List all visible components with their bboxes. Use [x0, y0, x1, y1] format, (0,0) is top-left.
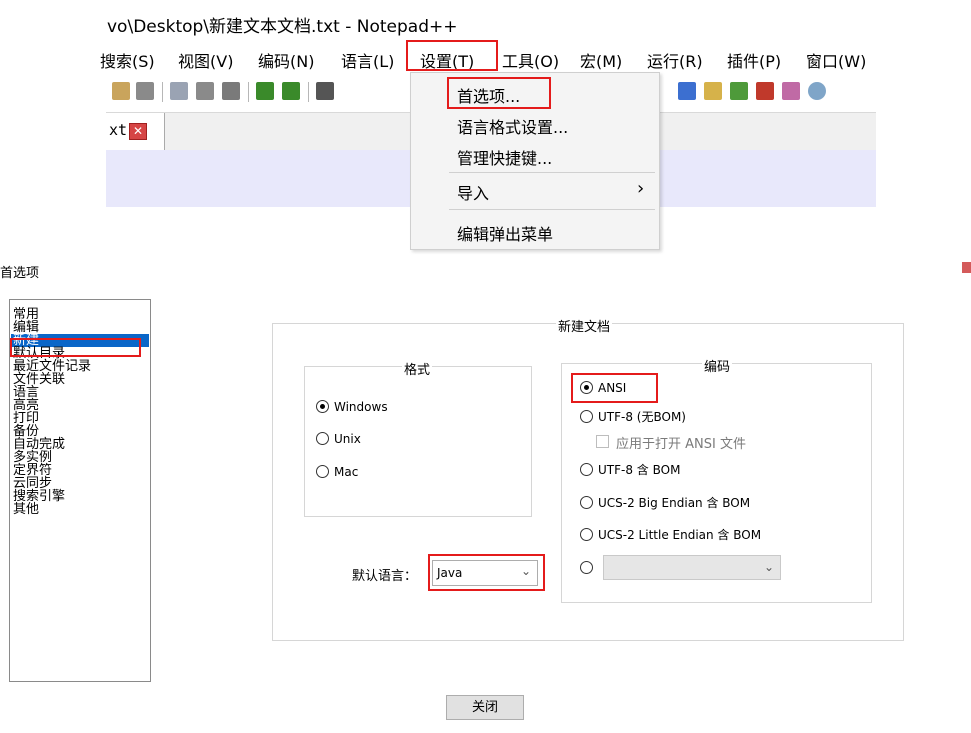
- settings-menu-highlight: [406, 40, 498, 71]
- radio-ucs2-le[interactable]: [580, 528, 593, 541]
- radio-utf8-bom[interactable]: [580, 463, 593, 476]
- menu-separator: [449, 172, 655, 173]
- menu-view[interactable]: 视图(V): [178, 48, 233, 72]
- file-tab[interactable]: xt ✕: [106, 113, 165, 150]
- radio-unix[interactable]: [316, 432, 329, 445]
- toolbar-separator: [308, 82, 309, 102]
- radio-utf8-bom-label: UTF-8 含 BOM: [598, 463, 681, 477]
- file-tab-label: xt: [109, 121, 128, 139]
- radio-ucs2-le-label: UCS-2 Little Endian 含 BOM: [598, 528, 762, 542]
- radio-windows-label: Windows: [334, 400, 388, 414]
- menu-encoding[interactable]: 编码(N): [258, 48, 314, 72]
- encoding-legend: 编码: [702, 356, 733, 375]
- eye-icon[interactable]: [808, 82, 826, 100]
- redo-icon[interactable]: [282, 82, 300, 100]
- undo-icon[interactable]: [256, 82, 274, 100]
- menu-macro[interactable]: 宏(M): [580, 48, 622, 72]
- close-all-icon[interactable]: [112, 82, 130, 100]
- indent-guide-icon[interactable]: [678, 82, 696, 100]
- tab-close-icon[interactable]: ✕: [129, 123, 147, 140]
- function-list-icon[interactable]: [730, 82, 748, 100]
- paste-icon[interactable]: [222, 82, 240, 100]
- document-map-icon[interactable]: [704, 82, 722, 100]
- ansi-highlight: [571, 373, 658, 403]
- radio-other-encoding[interactable]: [580, 561, 593, 574]
- preferences-highlight: [447, 77, 551, 109]
- menu-item-edit-popup-menu[interactable]: 编辑弹出菜单: [457, 221, 553, 245]
- chevron-right-icon: ›: [637, 178, 645, 199]
- menu-separator: [449, 209, 655, 210]
- apply-to-ansi-label: 应用于打开 ANSI 文件: [616, 437, 746, 452]
- menu-language[interactable]: 语言(L): [341, 48, 394, 72]
- default-language-label: 默认语言：: [352, 569, 418, 584]
- radio-ucs2-be-label: UCS-2 Big Endian 含 BOM: [598, 496, 751, 510]
- toolbar-separator: [248, 82, 249, 102]
- radio-unix-label: Unix: [334, 432, 361, 446]
- find-icon[interactable]: [316, 82, 334, 100]
- menu-item-import[interactable]: 导入: [457, 180, 489, 204]
- menu-plugins[interactable]: 插件(P): [727, 48, 781, 72]
- default-language-highlight: [428, 554, 545, 591]
- radio-mac[interactable]: [316, 465, 329, 478]
- menu-item-shortcut-mapper[interactable]: 管理快捷键...: [457, 145, 552, 169]
- radio-utf8-label: UTF-8 (无BOM): [598, 410, 686, 424]
- folder-workspace-icon[interactable]: [756, 82, 774, 100]
- other-encoding-select[interactable]: ⌄: [603, 555, 781, 580]
- menu-item-style-configurator[interactable]: 语言格式设置...: [457, 114, 568, 138]
- close-button[interactable]: 关闭: [446, 695, 524, 720]
- radio-ucs2-be[interactable]: [580, 496, 593, 509]
- radio-windows[interactable]: [316, 400, 329, 413]
- print-icon[interactable]: [136, 82, 154, 100]
- category-misc[interactable]: 其他: [13, 503, 39, 516]
- window-title: vo\Desktop\新建文本文档.txt - Notepad++: [107, 17, 458, 37]
- radio-utf8[interactable]: [580, 410, 593, 423]
- dialog-close-icon[interactable]: [962, 262, 971, 273]
- cut-icon[interactable]: [170, 82, 188, 100]
- menu-search[interactable]: 搜索(S): [100, 48, 155, 72]
- dialog-title: 首选项: [0, 266, 40, 281]
- format-legend: 格式: [402, 359, 433, 378]
- apply-to-ansi-checkbox[interactable]: [596, 435, 609, 448]
- copy-icon[interactable]: [196, 82, 214, 100]
- chevron-down-icon: ⌄: [763, 560, 774, 574]
- new-document-legend: 新建文档: [556, 316, 613, 335]
- menu-run[interactable]: 运行(R): [647, 48, 703, 72]
- toolbar-separator: [162, 82, 163, 102]
- menu-window[interactable]: 窗口(W): [806, 48, 866, 72]
- menu-tools[interactable]: 工具(O): [502, 48, 559, 72]
- new-category-highlight: [10, 338, 141, 357]
- monitoring-icon[interactable]: [782, 82, 800, 100]
- radio-mac-label: Mac: [334, 465, 359, 479]
